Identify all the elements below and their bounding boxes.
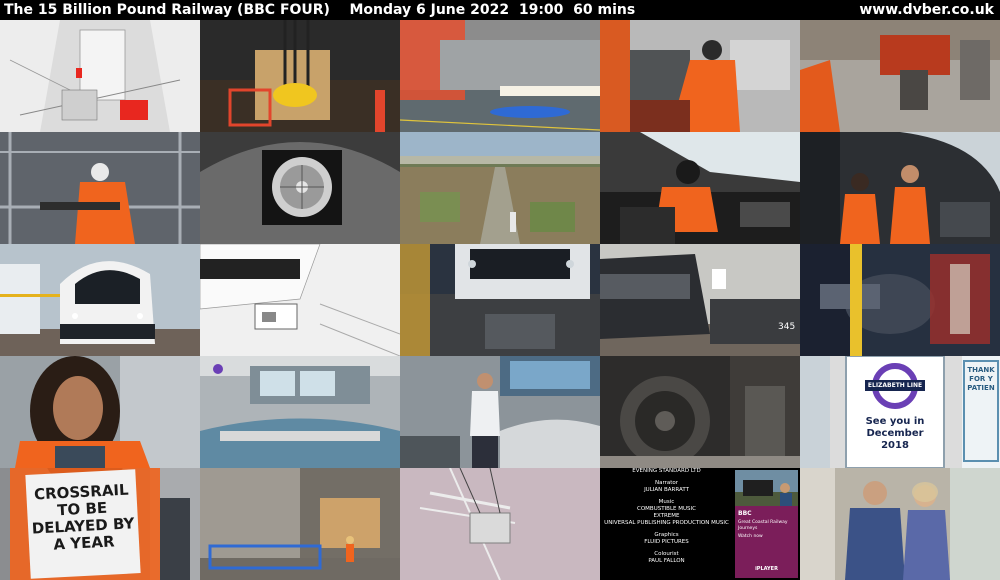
crossrail-placard-text: CROSSRAIL TO BE DELAYED BY A YEAR xyxy=(25,469,141,579)
frame-driver-cab[interactable] xyxy=(600,132,800,244)
promo-player-label: iPLAYER xyxy=(755,566,778,572)
frame-image xyxy=(600,244,800,356)
frame-train-front[interactable] xyxy=(0,244,200,356)
credits-music-line: UNIVERSAL PUBLISHING PRODUCTION MUSIC xyxy=(604,520,729,526)
frame-crossrail-placard[interactable]: CROSSRAIL TO BE DELAYED BY A YEAR xyxy=(0,468,200,580)
thumbnail-grid: 345 ELIZABETH LINE See you in December 2… xyxy=(0,20,1000,580)
frame-image xyxy=(400,244,600,356)
frame-image xyxy=(600,356,800,468)
frame-crane-tower[interactable] xyxy=(400,468,600,580)
frame-worker-on-scaffold[interactable] xyxy=(0,132,200,244)
broadcast-schedule: Monday 6 June 2022 19:00 60 mins xyxy=(349,2,636,18)
credits-music-title: Music xyxy=(658,499,675,505)
sign-line-name: ELIZABETH LINE xyxy=(867,382,923,389)
promo-subtitle: Watch now xyxy=(738,534,763,539)
programme-title: The 15 Billion Pound Railway (BBC FOUR) xyxy=(4,2,330,18)
frame-london-aerial[interactable] xyxy=(400,132,600,244)
frame-credits[interactable]: EVENING STANDARD LTD Narrator JULIAN BAR… xyxy=(600,468,800,580)
frame-image xyxy=(400,132,600,244)
header-bar: The 15 Billion Pound Railway (BBC FOUR) … xyxy=(0,0,1000,20)
credits-narrator-title: Narrator xyxy=(654,480,679,486)
frame-image xyxy=(800,244,1000,356)
frame-man-in-control-room[interactable] xyxy=(400,356,600,468)
credits-colourist-title: Colourist xyxy=(654,551,679,557)
frame-image xyxy=(0,132,200,244)
frame-red-machinery[interactable] xyxy=(800,20,1000,132)
frame-image xyxy=(0,356,200,468)
sign-message: See you in December 2018 xyxy=(865,416,925,451)
frame-image xyxy=(600,20,800,132)
credits-graphics: FLUID PICTURES xyxy=(644,539,689,545)
frame-elizabeth-line-sign[interactable]: ELIZABETH LINE See you in December 2018 … xyxy=(800,356,1000,468)
frame-station-construction[interactable] xyxy=(200,468,400,580)
frame-coupler-render[interactable] xyxy=(200,244,400,356)
promo-logo: BBC xyxy=(738,510,752,517)
frame-tunnel-fan[interactable] xyxy=(200,132,400,244)
credits-music-line: EXTREME xyxy=(653,513,680,519)
promo-thumbnail xyxy=(735,470,798,506)
frame-two-drivers[interactable] xyxy=(800,132,1000,244)
frame-couple-doorway[interactable] xyxy=(800,468,1000,580)
frame-image xyxy=(200,20,400,132)
frame-worker-in-cab[interactable] xyxy=(600,20,800,132)
promo-title: Great Coastal Railway Journeys xyxy=(738,520,788,531)
frame-image xyxy=(600,132,800,244)
frame-cad-render-room[interactable] xyxy=(0,20,200,132)
credits-colourist: PAUL FALLON xyxy=(648,558,685,564)
frame-woman-interview[interactable] xyxy=(0,356,200,468)
frame-control-room[interactable] xyxy=(200,356,400,468)
frame-machinery-closeup[interactable] xyxy=(800,244,1000,356)
programme-info: The 15 Billion Pound Railway (BBC FOUR) … xyxy=(4,0,635,20)
credits-music-line: COMBUSTIBLE MUSIC xyxy=(637,506,696,512)
credits-roll: EVENING STANDARD LTD Narrator JULIAN BAR… xyxy=(600,468,733,580)
frame-image xyxy=(400,356,600,468)
site-link[interactable]: www.dvber.co.uk xyxy=(859,0,994,20)
credits-graphics-title: Graphics xyxy=(654,532,679,538)
frame-image xyxy=(200,244,400,356)
frame-train-side[interactable]: 345 xyxy=(600,244,800,356)
frame-image xyxy=(400,20,600,132)
frame-train-wheel[interactable] xyxy=(600,356,800,468)
frame-image xyxy=(200,468,400,580)
credits-heading: EVENING STANDARD LTD xyxy=(632,468,701,474)
frame-image xyxy=(800,468,1000,580)
frame-workshop-floor[interactable] xyxy=(400,20,600,132)
frame-image xyxy=(0,20,200,132)
credits-narrator: JULIAN BARRATT xyxy=(644,487,689,493)
frame-image xyxy=(0,244,200,356)
frame-chain-hoist[interactable] xyxy=(200,20,400,132)
frame-image xyxy=(800,132,1000,244)
promo-image xyxy=(735,470,798,506)
frame-image xyxy=(800,20,1000,132)
frame-image xyxy=(200,132,400,244)
promo-panel: BBC Great Coastal Railway Journeys Watch… xyxy=(735,506,798,578)
unit-number-label: 345 xyxy=(778,322,796,332)
frame-image xyxy=(400,468,600,580)
frame-image xyxy=(200,356,400,468)
sign-side-text: THANK FOR Y PATIEN xyxy=(967,366,995,392)
frame-train-nose[interactable] xyxy=(400,244,600,356)
